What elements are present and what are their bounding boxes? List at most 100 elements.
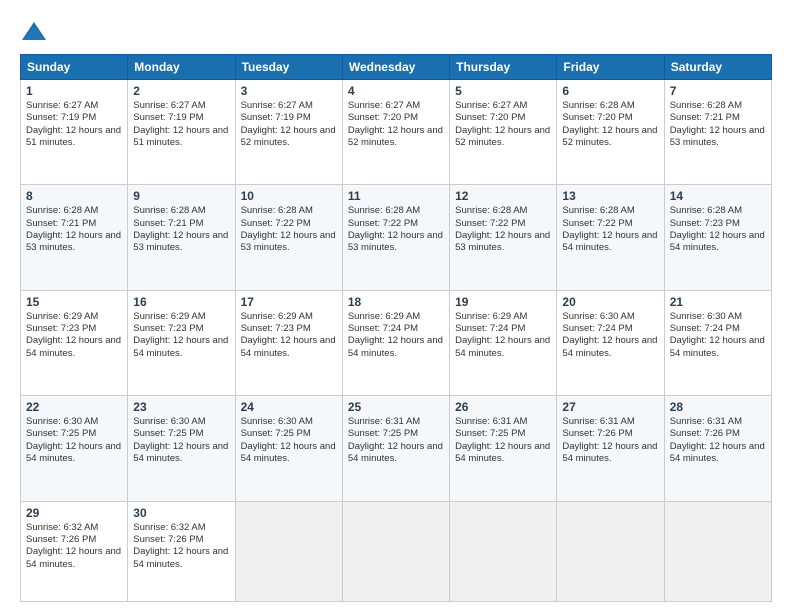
day-number: 25 [348,400,444,414]
calendar-header-saturday: Saturday [664,55,771,80]
day-number: 22 [26,400,122,414]
calendar-cell [235,501,342,602]
calendar-cell: 30 Sunrise: 6:32 AM Sunset: 7:26 PM Dayli… [128,501,235,602]
header [20,18,772,46]
day-number: 26 [455,400,551,414]
page: SundayMondayTuesdayWednesdayThursdayFrid… [0,0,792,612]
day-number: 6 [562,84,658,98]
calendar-cell: 20 Sunrise: 6:30 AM Sunset: 7:24 PM Dayli… [557,290,664,395]
calendar-header-sunday: Sunday [21,55,128,80]
day-number: 3 [241,84,337,98]
day-number: 14 [670,189,766,203]
day-number: 5 [455,84,551,98]
day-number: 8 [26,189,122,203]
calendar-cell: 21 Sunrise: 6:30 AM Sunset: 7:24 PM Dayli… [664,290,771,395]
calendar-cell: 29 Sunrise: 6:32 AM Sunset: 7:26 PM Dayli… [21,501,128,602]
calendar-cell: 23 Sunrise: 6:30 AM Sunset: 7:25 PM Dayli… [128,396,235,501]
day-number: 17 [241,295,337,309]
calendar-cell: 10Sunrise: 6:28 AM Sunset: 7:22 PM Dayli… [235,185,342,290]
day-number: 20 [562,295,658,309]
calendar-header-monday: Monday [128,55,235,80]
day-number: 18 [348,295,444,309]
day-info: Sunrise: 6:27 AM Sunset: 7:19 PM Dayligh… [26,100,122,149]
day-info: Sunrise: 6:28 AM Sunset: 7:20 PM Dayligh… [562,100,658,149]
calendar-cell [342,501,449,602]
day-number: 4 [348,84,444,98]
day-number: 13 [562,189,658,203]
calendar-week-row: 22 Sunrise: 6:30 AM Sunset: 7:25 PM Dayli… [21,396,772,501]
day-number: 24 [241,400,337,414]
calendar-cell: 24 Sunrise: 6:30 AM Sunset: 7:25 PM Dayli… [235,396,342,501]
day-info: Sunrise: 6:27 AM Sunset: 7:19 PM Dayligh… [133,100,229,149]
calendar-cell: 27Sunrise: 6:31 AM Sunset: 7:26 PM Dayli… [557,396,664,501]
calendar-cell: 22 Sunrise: 6:30 AM Sunset: 7:25 PM Dayli… [21,396,128,501]
calendar-cell: 9Sunrise: 6:28 AM Sunset: 7:21 PM Daylig… [128,185,235,290]
day-number: 9 [133,189,229,203]
day-number: 21 [670,295,766,309]
day-info: Sunrise: 6:30 AM Sunset: 7:25 PM Dayligh… [26,416,122,465]
day-info: Sunrise: 6:28 AM Sunset: 7:22 PM Dayligh… [562,205,658,254]
calendar-cell: 4 Sunrise: 6:27 AM Sunset: 7:20 PM Daylig… [342,80,449,185]
logo-icon [20,18,48,46]
day-info: Sunrise: 6:31 AM Sunset: 7:25 PM Dayligh… [348,416,444,465]
day-number: 28 [670,400,766,414]
day-info: Sunrise: 6:30 AM Sunset: 7:25 PM Dayligh… [133,416,229,465]
calendar-cell: 28 Sunrise: 6:31 AM Sunset: 7:26 PM Dayli… [664,396,771,501]
calendar-cell: 13 Sunrise: 6:28 AM Sunset: 7:22 PM Dayli… [557,185,664,290]
day-info: Sunrise: 6:31 AM Sunset: 7:26 PM Dayligh… [670,416,766,465]
day-info: Sunrise: 6:30 AM Sunset: 7:25 PM Dayligh… [241,416,337,465]
calendar-cell: 1 Sunrise: 6:27 AM Sunset: 7:19 PM Daylig… [21,80,128,185]
day-number: 1 [26,84,122,98]
day-number: 23 [133,400,229,414]
day-info: Sunrise: 6:28 AM Sunset: 7:21 PM Dayligh… [26,205,122,254]
day-number: 2 [133,84,229,98]
calendar-cell: 8 Sunrise: 6:28 AM Sunset: 7:21 PM Daylig… [21,185,128,290]
calendar-cell: 6 Sunrise: 6:28 AM Sunset: 7:20 PM Daylig… [557,80,664,185]
day-info: Sunrise: 6:28 AM Sunset: 7:23 PM Dayligh… [670,205,766,254]
day-info: Sunrise: 6:29 AM Sunset: 7:23 PM Dayligh… [26,311,122,360]
day-info: Sunrise: 6:27 AM Sunset: 7:20 PM Dayligh… [455,100,551,149]
calendar-cell: 15 Sunrise: 6:29 AM Sunset: 7:23 PM Dayli… [21,290,128,395]
day-number: 7 [670,84,766,98]
calendar-week-row: 8 Sunrise: 6:28 AM Sunset: 7:21 PM Daylig… [21,185,772,290]
day-number: 30 [133,506,229,520]
day-number: 12 [455,189,551,203]
calendar-header-tuesday: Tuesday [235,55,342,80]
calendar-cell: 16Sunrise: 6:29 AM Sunset: 7:23 PM Dayli… [128,290,235,395]
calendar-cell [557,501,664,602]
day-info: Sunrise: 6:29 AM Sunset: 7:23 PM Dayligh… [133,311,229,360]
day-info: Sunrise: 6:29 AM Sunset: 7:24 PM Dayligh… [455,311,551,360]
logo-area [20,18,52,46]
calendar-table: SundayMondayTuesdayWednesdayThursdayFrid… [20,54,772,602]
day-number: 11 [348,189,444,203]
calendar-cell: 17 Sunrise: 6:29 AM Sunset: 7:23 PM Dayli… [235,290,342,395]
day-number: 29 [26,506,122,520]
calendar-header-thursday: Thursday [450,55,557,80]
calendar-cell [664,501,771,602]
calendar-cell: 12Sunrise: 6:28 AM Sunset: 7:22 PM Dayli… [450,185,557,290]
calendar-cell: 11 Sunrise: 6:28 AM Sunset: 7:22 PM Dayli… [342,185,449,290]
calendar-week-row: 15 Sunrise: 6:29 AM Sunset: 7:23 PM Dayli… [21,290,772,395]
day-info: Sunrise: 6:29 AM Sunset: 7:24 PM Dayligh… [348,311,444,360]
day-info: Sunrise: 6:30 AM Sunset: 7:24 PM Dayligh… [670,311,766,360]
calendar-cell: 19Sunrise: 6:29 AM Sunset: 7:24 PM Dayli… [450,290,557,395]
day-info: Sunrise: 6:29 AM Sunset: 7:23 PM Dayligh… [241,311,337,360]
calendar-cell: 18 Sunrise: 6:29 AM Sunset: 7:24 PM Dayli… [342,290,449,395]
day-info: Sunrise: 6:27 AM Sunset: 7:19 PM Dayligh… [241,100,337,149]
day-info: Sunrise: 6:30 AM Sunset: 7:24 PM Dayligh… [562,311,658,360]
day-info: Sunrise: 6:32 AM Sunset: 7:26 PM Dayligh… [133,522,229,571]
calendar-cell: 7 Sunrise: 6:28 AM Sunset: 7:21 PM Daylig… [664,80,771,185]
calendar-cell: 25 Sunrise: 6:31 AM Sunset: 7:25 PM Dayli… [342,396,449,501]
day-info: Sunrise: 6:28 AM Sunset: 7:22 PM Dayligh… [241,205,337,254]
day-info: Sunrise: 6:32 AM Sunset: 7:26 PM Dayligh… [26,522,122,571]
calendar-cell: 2 Sunrise: 6:27 AM Sunset: 7:19 PM Daylig… [128,80,235,185]
day-info: Sunrise: 6:27 AM Sunset: 7:20 PM Dayligh… [348,100,444,149]
calendar-header-friday: Friday [557,55,664,80]
calendar-cell: 26Sunrise: 6:31 AM Sunset: 7:25 PM Dayli… [450,396,557,501]
day-info: Sunrise: 6:28 AM Sunset: 7:21 PM Dayligh… [670,100,766,149]
calendar-header-wednesday: Wednesday [342,55,449,80]
calendar-cell [450,501,557,602]
day-info: Sunrise: 6:28 AM Sunset: 7:22 PM Dayligh… [348,205,444,254]
day-number: 15 [26,295,122,309]
calendar-week-row: 1 Sunrise: 6:27 AM Sunset: 7:19 PM Daylig… [21,80,772,185]
